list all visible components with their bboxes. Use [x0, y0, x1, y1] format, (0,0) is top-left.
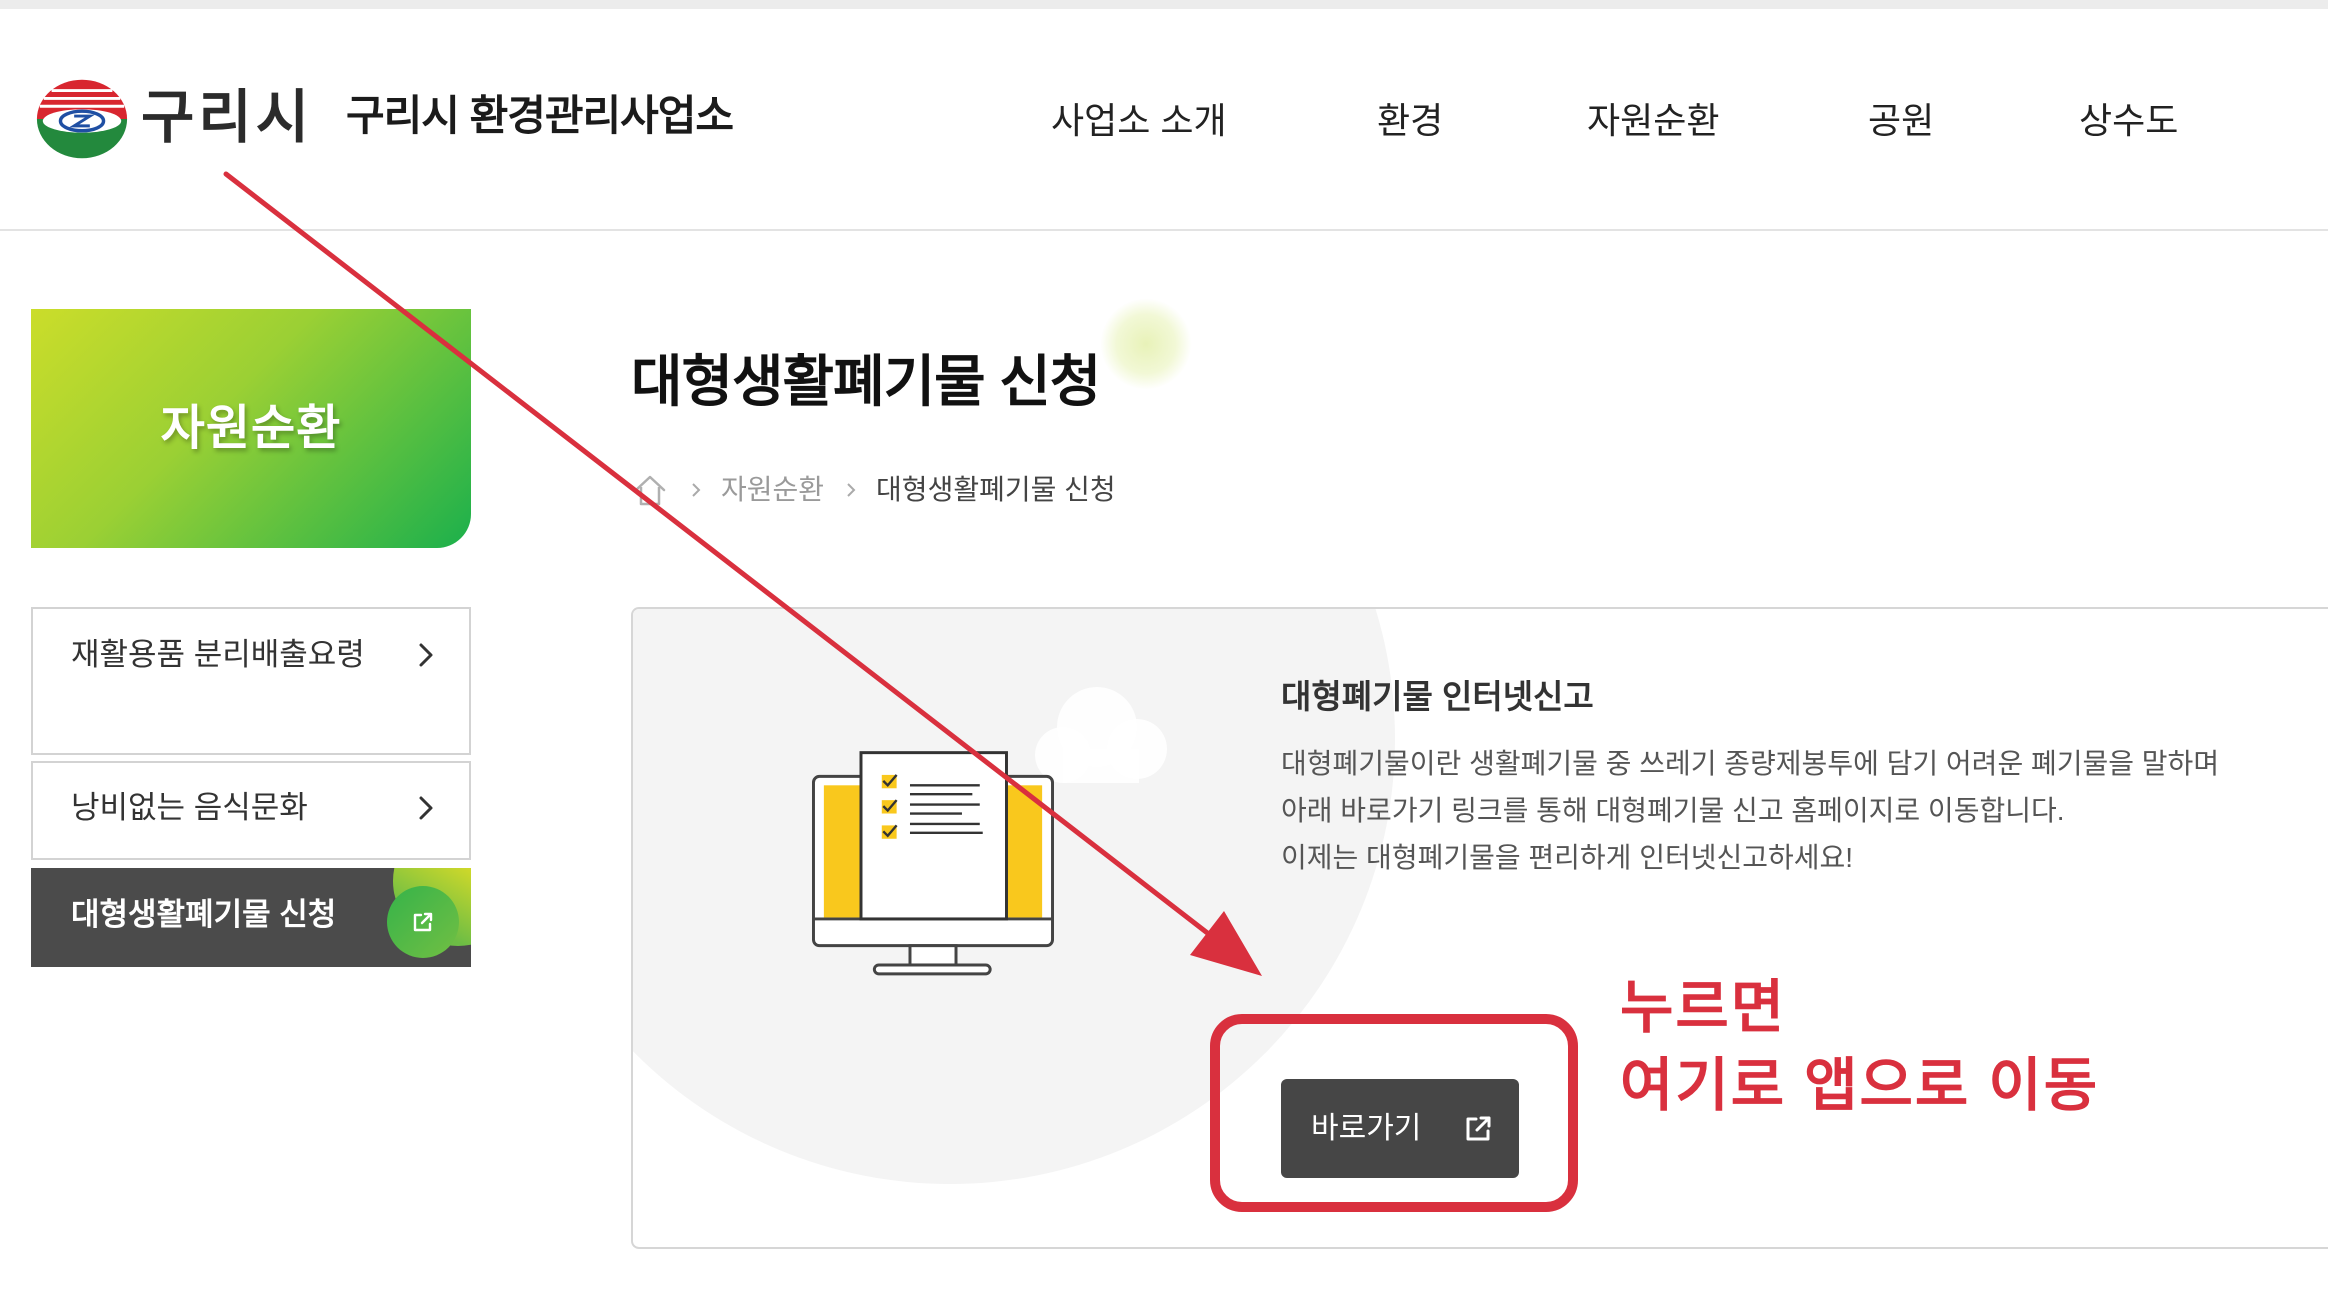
nav-item-about[interactable]: 사업소 소개 [1051, 97, 1227, 145]
top-strip [0, 0, 2328, 9]
breadcrumb: 자원순환 대형생활폐기물 신청 [631, 468, 1116, 512]
site-header: 구리시 구리시 환경관리사업소 사업소 소개 환경 자원순환 공원 상수도 [0, 9, 2328, 231]
nav-item-environment[interactable]: 환경 [1377, 97, 1443, 145]
monitor-checklist-icon [812, 751, 1054, 976]
home-icon[interactable] [633, 473, 667, 507]
chevron-right-icon [419, 643, 433, 667]
breadcrumb-separator-icon [847, 483, 856, 497]
chevron-right-icon [419, 796, 433, 820]
annotation-text: 누르면 여기로 앱으로 이동 [1620, 969, 2099, 1125]
sidebar-item-recycling-guide[interactable]: 재활용품 분리배출요령 [31, 607, 471, 755]
nav-item-resource-recycling[interactable]: 자원순환 [1587, 97, 1719, 145]
sidebar-banner-title: 자원순환 [160, 402, 342, 455]
breadcrumb-item-resource-recycling[interactable]: 자원순환 [721, 468, 824, 512]
card-description: 대형폐기물이란 생활폐기물 중 쓰레기 종량제봉투에 담기 어려운 폐기물을 말… [1281, 740, 2219, 881]
annotation-line: 누르면 [1620, 975, 1787, 1040]
sidebar-item-label: 대형생활폐기물 신청 [71, 897, 337, 932]
card-heading: 대형폐기물 인터넷신고 [1281, 678, 1594, 715]
title-glow-decoration [1100, 298, 1192, 390]
nav-item-water-supply[interactable]: 상수도 [2079, 97, 2178, 145]
breadcrumb-item-current: 대형생활폐기물 신청 [876, 474, 1116, 505]
annotation-line: 여기로 앱으로 이동 [1620, 1053, 2100, 1118]
active-item-icon-badge [387, 886, 459, 958]
page-title: 대형생활폐기물 신청 [631, 350, 1101, 413]
breadcrumb-separator-icon [692, 483, 701, 497]
guri-city-emblem-icon[interactable] [33, 76, 131, 162]
external-link-icon [413, 912, 433, 932]
card-description-line: 이제는 대형폐기물을 편리하게 인터넷신고하세요! [1281, 842, 1854, 873]
sidebar-item-bulky-waste[interactable]: 대형생활폐기물 신청 [31, 868, 471, 967]
logo-text[interactable]: 구리시 [141, 84, 313, 152]
annotation-highlight-box [1210, 1014, 1578, 1212]
sidebar-item-label: 낭비없는 음식문화 [71, 790, 308, 825]
sidebar-item-label: 재활용품 분리배출요령 [71, 637, 365, 672]
card-description-line: 대형폐기물이란 생활폐기물 중 쓰레기 종량제봉투에 담기 어려운 폐기물을 말… [1281, 748, 2220, 779]
sidebar-item-food-culture[interactable]: 낭비없는 음식문화 [31, 761, 471, 860]
nav-item-parks[interactable]: 공원 [1868, 97, 1934, 145]
sidebar-banner: 자원순환 [31, 309, 471, 548]
site-title[interactable]: 구리시 환경관리사업소 [346, 88, 734, 144]
card-description-line: 아래 바로가기 링크를 통해 대형폐기물 신고 홈페이지로 이동합니다. [1281, 795, 2065, 826]
